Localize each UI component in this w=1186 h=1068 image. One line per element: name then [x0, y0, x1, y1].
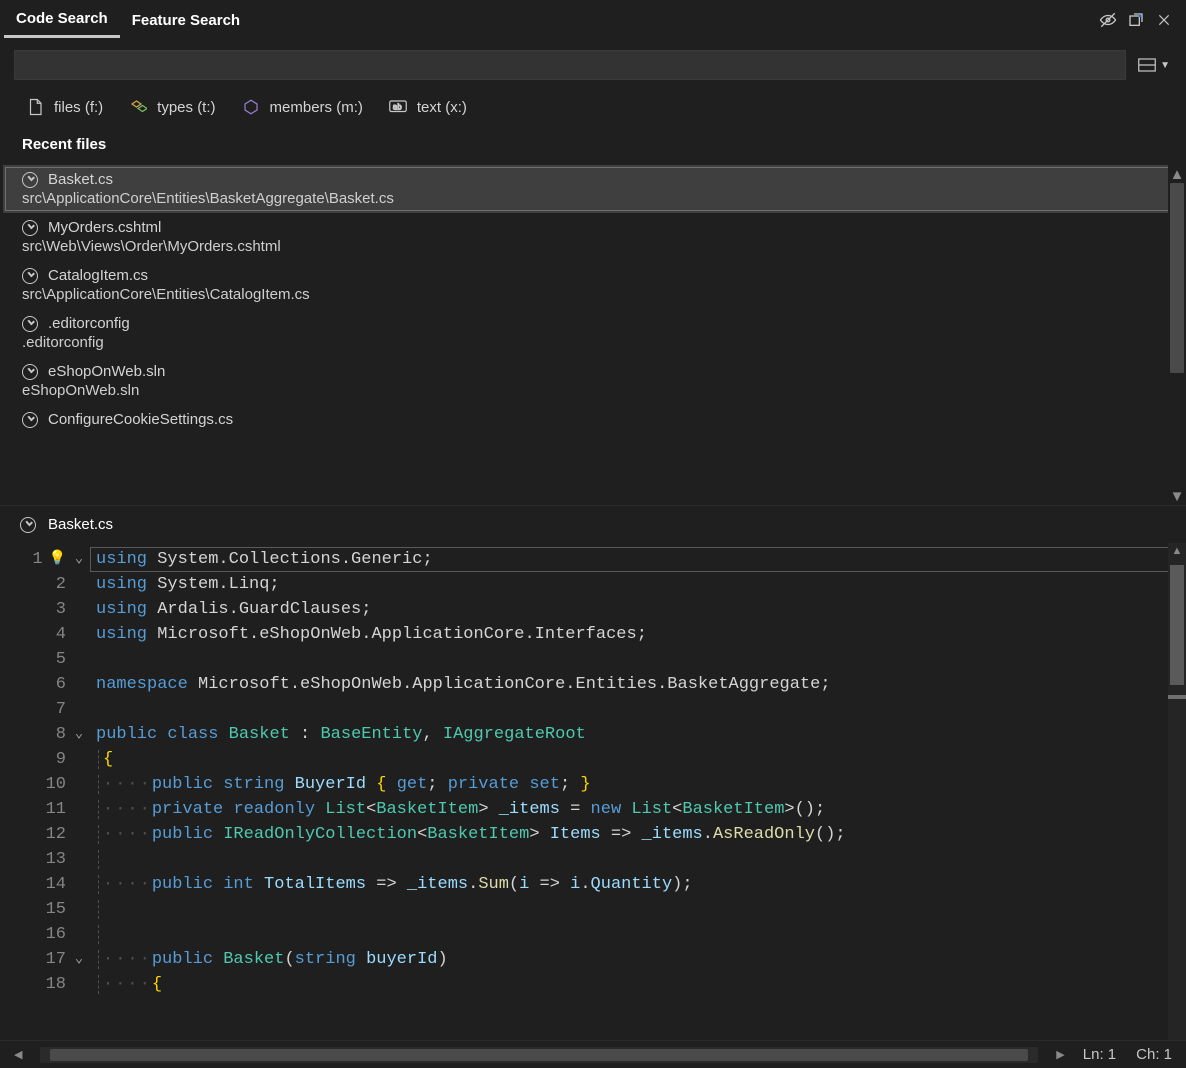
- filter-types[interactable]: types (t:): [129, 98, 215, 116]
- editor-scrollbar-thumb[interactable]: [1170, 565, 1184, 685]
- result-item[interactable]: MyOrders.cshtml src\Web\Views\Order\MyOrd…: [0, 213, 1186, 261]
- result-path: src\ApplicationCore\Entities\BasketAggre…: [22, 190, 1161, 207]
- result-item[interactable]: Basket.cs src\ApplicationCore\Entities\Ba…: [3, 165, 1183, 213]
- search-input[interactable]: [14, 50, 1126, 80]
- result-item[interactable]: .editorconfig .editorconfig: [0, 309, 1186, 357]
- code-editor[interactable]: 1💡⌄2 3 4 5 6 7 8⌄9 10 11 12 13 14 15 16 …: [0, 543, 1186, 1040]
- filter-members-label: members (m:): [270, 99, 363, 116]
- result-path: .editorconfig: [22, 334, 1164, 351]
- tab-code-search[interactable]: Code Search: [4, 2, 120, 38]
- filters-row: files (f:) types (t:) members (m:) ab te…: [0, 86, 1186, 128]
- result-path: src\Web\Views\Order\MyOrders.cshtml: [22, 238, 1164, 255]
- layout-dropdown[interactable]: ▼: [1136, 50, 1172, 80]
- clock-icon: [22, 172, 38, 188]
- editor-hscrollbar[interactable]: [40, 1047, 1038, 1063]
- result-item[interactable]: CatalogItem.cs src\ApplicationCore\Entiti…: [0, 261, 1186, 309]
- result-name: CatalogItem.cs: [48, 267, 148, 284]
- results-list: Basket.cs src\ApplicationCore\Entities\Ba…: [0, 165, 1186, 505]
- recent-files-label: Recent files: [0, 128, 1186, 165]
- filter-types-label: types (t:): [157, 99, 215, 116]
- results-scrollbar-thumb[interactable]: [1170, 183, 1184, 373]
- result-path: eShopOnWeb.sln: [22, 382, 1164, 399]
- close-icon[interactable]: [1150, 6, 1178, 34]
- filter-members[interactable]: members (m:): [242, 98, 363, 116]
- clock-icon: [20, 517, 36, 533]
- result-name: eShopOnWeb.sln: [48, 363, 165, 380]
- status-line: Ln: 1: [1083, 1046, 1116, 1063]
- editor-code[interactable]: using System.Collections.Generic;using S…: [90, 543, 1186, 1040]
- editor-scrollbar[interactable]: ▲: [1168, 543, 1186, 1040]
- clock-icon: [22, 412, 38, 428]
- tab-feature-search[interactable]: Feature Search: [120, 4, 252, 37]
- tab-bar: Code Search Feature Search: [0, 0, 1186, 40]
- filter-text[interactable]: ab text (x:): [389, 98, 467, 116]
- preview-header: Basket.cs: [0, 505, 1186, 543]
- open-external-icon[interactable]: [1122, 6, 1150, 34]
- preview-filename: Basket.cs: [48, 516, 113, 533]
- result-name: Basket.cs: [48, 171, 113, 188]
- results-scrollbar[interactable]: ▲ ▼: [1168, 165, 1186, 505]
- filter-text-label: text (x:): [417, 99, 467, 116]
- editor-gutter: 1💡⌄2 3 4 5 6 7 8⌄9 10 11 12 13 14 15 16 …: [0, 543, 90, 1040]
- result-item[interactable]: ConfigureCookieSettings.cs: [0, 405, 1186, 434]
- search-row: ▼: [0, 40, 1186, 86]
- result-name: ConfigureCookieSettings.cs: [48, 411, 233, 428]
- status-col: Ch: 1: [1136, 1046, 1172, 1063]
- clock-icon: [22, 316, 38, 332]
- status-bar: ◀ ▶ Ln: 1 Ch: 1: [0, 1040, 1186, 1068]
- result-item[interactable]: eShopOnWeb.sln eShopOnWeb.sln: [0, 357, 1186, 405]
- result-path: src\ApplicationCore\Entities\CatalogItem…: [22, 286, 1164, 303]
- filter-files-label: files (f:): [54, 99, 103, 116]
- result-name: .editorconfig: [48, 315, 130, 332]
- result-name: MyOrders.cshtml: [48, 219, 161, 236]
- filter-files[interactable]: files (f:): [26, 98, 103, 116]
- svg-text:ab: ab: [393, 102, 403, 111]
- clock-icon: [22, 364, 38, 380]
- clock-icon: [22, 220, 38, 236]
- clock-icon: [22, 268, 38, 284]
- preview-off-icon[interactable]: [1094, 6, 1122, 34]
